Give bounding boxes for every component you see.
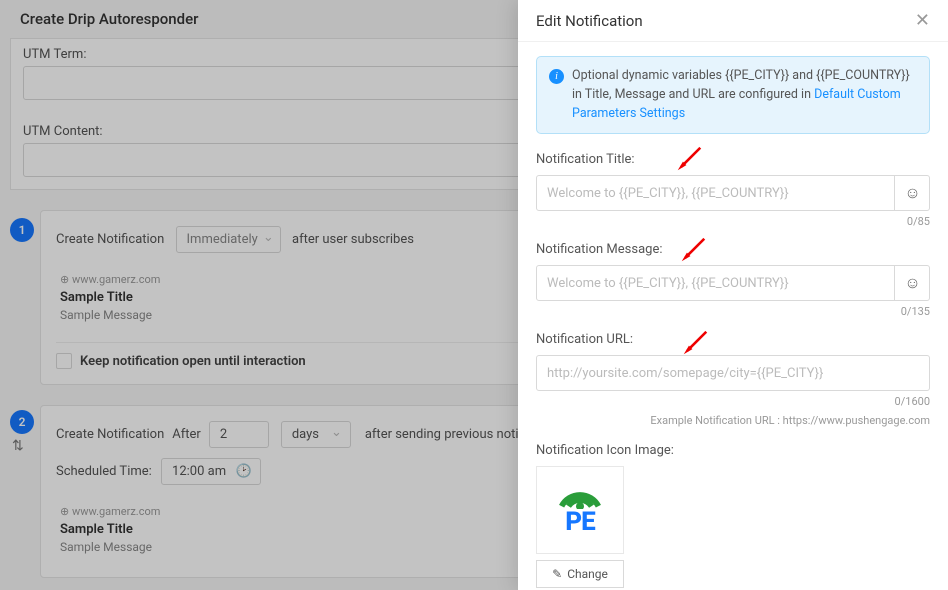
scheduled-time-input[interactable]: 12:00 am🕑 xyxy=(161,458,261,485)
scheduled-time-label: Scheduled Time: xyxy=(56,464,152,479)
notification-message-2: Sample Message xyxy=(60,540,160,554)
edit-icon: ✎ xyxy=(552,567,562,581)
keep-open-checkbox[interactable] xyxy=(56,353,72,369)
notification-message-label: Notification Message: xyxy=(536,242,930,257)
notification-url-label: Notification URL: xyxy=(536,332,930,347)
notification-message: Sample Message xyxy=(60,308,160,322)
example-url-text: Example Notification URL : https://www.p… xyxy=(536,414,930,427)
step-badge-1: 1 xyxy=(10,218,34,242)
change-icon-button[interactable]: ✎Change xyxy=(536,560,624,588)
create-notification-label-2: Create Notification xyxy=(56,427,164,442)
emoji-icon[interactable]: ☺ xyxy=(894,265,930,301)
site-url: ⊕ www.gamerz.com xyxy=(60,273,160,286)
panel-title: Edit Notification xyxy=(536,12,643,30)
message-counter: 0/135 xyxy=(536,305,930,318)
icon-preview: PE xyxy=(536,466,624,554)
notification-title-2: Sample Title xyxy=(60,522,160,537)
edit-notification-panel: Edit Notification ✕ i Optional dynamic v… xyxy=(518,0,948,590)
info-icon: i xyxy=(549,69,564,84)
notification-icon-label: Notification Icon Image: xyxy=(536,443,930,458)
notification-title-input[interactable] xyxy=(536,175,930,211)
timing-select[interactable]: Immediately xyxy=(176,226,281,253)
after-subscribe-label: after user subscribes xyxy=(292,232,414,247)
create-notification-label: Create Notification xyxy=(56,232,164,247)
url-counter: 0/1600 xyxy=(536,395,930,408)
site-url-2: ⊕ www.gamerz.com xyxy=(60,505,160,518)
notification-url-input[interactable] xyxy=(536,355,930,391)
after-label: After xyxy=(172,427,201,442)
close-panel-icon[interactable]: ✕ xyxy=(915,10,930,31)
info-box: i Optional dynamic variables {{PE_CITY}}… xyxy=(536,56,930,134)
notification-title-label: Notification Title: xyxy=(536,152,930,167)
emoji-icon[interactable]: ☺ xyxy=(894,175,930,211)
notification-message-input[interactable] xyxy=(536,265,930,301)
title-counter: 0/85 xyxy=(536,215,930,228)
sort-icon[interactable]: ⇅ xyxy=(12,438,24,454)
keep-open-label: Keep notification open until interaction xyxy=(80,354,306,369)
days-unit-select[interactable]: days xyxy=(281,421,351,448)
days-number-input[interactable]: 2 xyxy=(209,421,269,448)
step-badge-2: 2 xyxy=(10,410,34,434)
notification-title: Sample Title xyxy=(60,290,160,305)
